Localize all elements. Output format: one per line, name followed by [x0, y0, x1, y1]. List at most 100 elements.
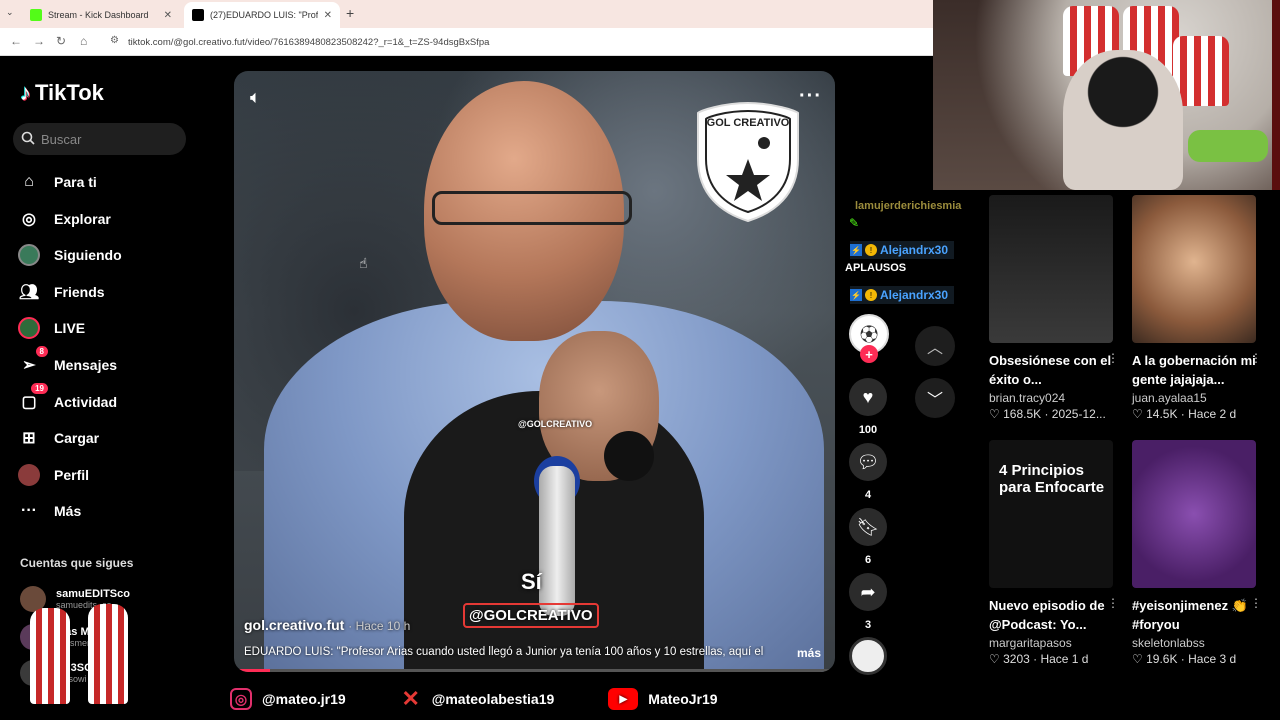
feed-user: margaritapasos: [989, 636, 1072, 650]
more-options-icon[interactable]: ···: [799, 85, 822, 108]
streamer-image: [1063, 50, 1183, 190]
tab-search-chevron-icon[interactable]: ⌄: [6, 7, 14, 18]
home-icon[interactable]: ⌂: [80, 34, 87, 48]
feed-user: brian.tracy024: [989, 391, 1066, 405]
nav-item-explorar[interactable]: ◎ Explorar: [18, 208, 111, 230]
feed-thumbnail: 4 Principios para Enfocarte: [989, 440, 1113, 588]
mouse-cursor-icon: ☝︎: [359, 255, 368, 271]
tab-tiktok-video[interactable]: (27)EDUARDO LUIS: "Profesor A ✕: [184, 2, 340, 28]
feed-stats: ♡ 14.5K · Hace 2 d: [1132, 407, 1237, 421]
music-disc-icon[interactable]: [849, 637, 887, 675]
video-author-row: gol.creativo.fut · Hace 10 h: [244, 617, 410, 633]
nav-label: Siguiendo: [54, 247, 122, 263]
search-icon: [21, 131, 35, 148]
watermark-big: @GOLCREATIVO: [463, 603, 599, 628]
nav-item-mas[interactable]: ··· Más: [18, 500, 81, 522]
share-count: 3: [864, 619, 872, 631]
nav-item-cargar[interactable]: ⊞ Cargar: [18, 427, 99, 449]
comment-button[interactable]: 💬︎ 4: [849, 443, 887, 501]
tiktok-note-icon: ♪: [20, 80, 31, 105]
kebab-menu-icon[interactable]: ⋮: [1250, 351, 1262, 365]
previous-video-button[interactable]: ︿: [915, 326, 955, 366]
kebab-menu-icon[interactable]: ⋮: [1250, 596, 1262, 610]
save-button[interactable]: 🔖︎ 6: [849, 508, 887, 566]
chat-user: Alejandrx30: [880, 243, 949, 257]
forward-arrow-icon[interactable]: →: [33, 34, 45, 48]
webcam-frame-right: [1272, 0, 1280, 190]
nav-label: Perfil: [54, 467, 90, 483]
nav-item-perfil[interactable]: Perfil: [18, 464, 89, 486]
reload-icon[interactable]: ↻: [56, 34, 66, 48]
account-name: samuEDITSco: [56, 588, 130, 600]
feed-thumbnail: [989, 195, 1113, 343]
nav-label: LIVE: [54, 320, 86, 336]
heart-icon: ♥: [849, 378, 887, 416]
following-avatar-icon: [18, 244, 40, 266]
more-icon: ···: [21, 502, 37, 519]
feed-card[interactable]: 4 Principios para Enfocarte Nuevo episod…: [989, 440, 1119, 666]
nav-item-friends[interactable]: 👥︎ Friends: [18, 281, 105, 303]
back-arrow-icon[interactable]: ←: [10, 34, 22, 48]
feed-card[interactable]: Obsesiónese con el éxito o... brian.trac…: [989, 195, 1119, 421]
share-icon: ➦: [849, 573, 887, 611]
feed-title: Nuevo episodio de @Podcast: Yo...: [989, 598, 1105, 632]
close-tab-icon[interactable]: ✕: [324, 10, 332, 21]
chat-user-row: ⚡! Alejandrx30: [850, 286, 955, 304]
kebab-menu-icon[interactable]: ⋮: [1107, 351, 1119, 365]
subscriber-badge-icon: !: [865, 289, 877, 301]
chat-user: Alejandrx30: [880, 288, 949, 302]
subscriber-badge-icon: !: [865, 244, 877, 256]
video-author[interactable]: gol.creativo.fut: [244, 617, 344, 633]
volume-icon[interactable]: 🔈︎: [250, 87, 261, 108]
feed-card[interactable]: A la gobernación mi gente jajajaja... ju…: [1132, 195, 1262, 421]
tab-kick-dashboard[interactable]: Stream - Kick Dashboard ✕: [22, 2, 180, 28]
compass-icon: ◎: [22, 211, 36, 228]
instagram-handle: @mateo.jr19: [262, 691, 346, 707]
bookmark-icon: 🔖︎: [849, 508, 887, 546]
live-icon: [18, 317, 40, 339]
youtube-handle: MateoJr19: [648, 691, 718, 707]
description-more-link[interactable]: más: [797, 646, 821, 660]
feed-user: juan.ayalaa15: [1132, 391, 1207, 405]
kick-badge-icon: ⚡: [850, 244, 862, 256]
address-bar: ← → ↻ ⌂ ⚙ tiktok.com/@gol.creativo.fut/v…: [0, 28, 933, 56]
nav-label: Para ti: [54, 174, 97, 190]
tab-title: Stream - Kick Dashboard: [48, 10, 149, 20]
feed-stats: ♡ 168.5K · 2025-12...: [989, 407, 1106, 421]
nav-label: Cargar: [54, 430, 100, 446]
nav-item-siguiendo[interactable]: Siguiendo: [18, 244, 122, 266]
feed-card[interactable]: #yeisonjimenez 👏 #foryou skeletonlabss ♡…: [1132, 440, 1262, 666]
chevron-down-icon: ﹀: [926, 392, 943, 409]
nav-item-live[interactable]: LIVE: [18, 317, 85, 339]
search-input[interactable]: Buscar: [13, 123, 186, 155]
nav-label: Mensajes: [54, 357, 118, 373]
follow-plus-button[interactable]: +: [860, 345, 878, 363]
stream-overlay-players-image: [18, 604, 143, 708]
video-progress-bar[interactable]: [234, 669, 835, 672]
kebab-menu-icon[interactable]: ⋮: [1107, 596, 1119, 610]
new-tab-button[interactable]: +: [346, 5, 354, 21]
close-tab-icon[interactable]: ✕: [164, 10, 172, 21]
like-button[interactable]: ♥ 100: [849, 378, 887, 436]
nav-item-actividad[interactable]: ▢ 19 Actividad: [18, 383, 117, 413]
video-player[interactable]: GOL CREATIVO 🔈︎ ··· @GOLCREATIVO Sí @GOL…: [234, 71, 835, 672]
nav-label: Más: [54, 503, 82, 519]
emblem-text: GOL CREATIVO: [706, 117, 790, 129]
screen: ⌄ Stream - Kick Dashboard ✕ (27)EDUARDO …: [0, 0, 1280, 720]
kick-badge-icon: ⚡: [850, 289, 862, 301]
browser-tab-bar: ⌄ Stream - Kick Dashboard ✕ (27)EDUARDO …: [0, 0, 933, 28]
nav-item-para-ti[interactable]: ⌂ Para ti: [18, 171, 97, 193]
next-video-button[interactable]: ﹀: [915, 378, 955, 418]
comment-icon: 💬︎: [849, 443, 887, 481]
chat-message: APLAUSOS: [845, 262, 907, 274]
url-field[interactable]: ⚙ tiktok.com/@gol.creativo.fut/video/761…: [106, 32, 926, 52]
tiktok-logo[interactable]: ♪ TikTok: [20, 80, 104, 106]
feed-thumbnail: [1132, 195, 1256, 343]
following-section-title: Cuentas que sigues: [20, 556, 134, 570]
site-info-icon[interactable]: ⚙: [110, 35, 119, 46]
share-button[interactable]: ➦ 3: [849, 573, 887, 631]
nav-item-mensajes[interactable]: ➢ 8 Mensajes: [18, 346, 118, 376]
nav-label: Explorar: [54, 211, 111, 227]
video-progress-fill: [234, 669, 271, 672]
tab-title: (27)EDUARDO LUIS: "Profesor A: [210, 10, 318, 20]
